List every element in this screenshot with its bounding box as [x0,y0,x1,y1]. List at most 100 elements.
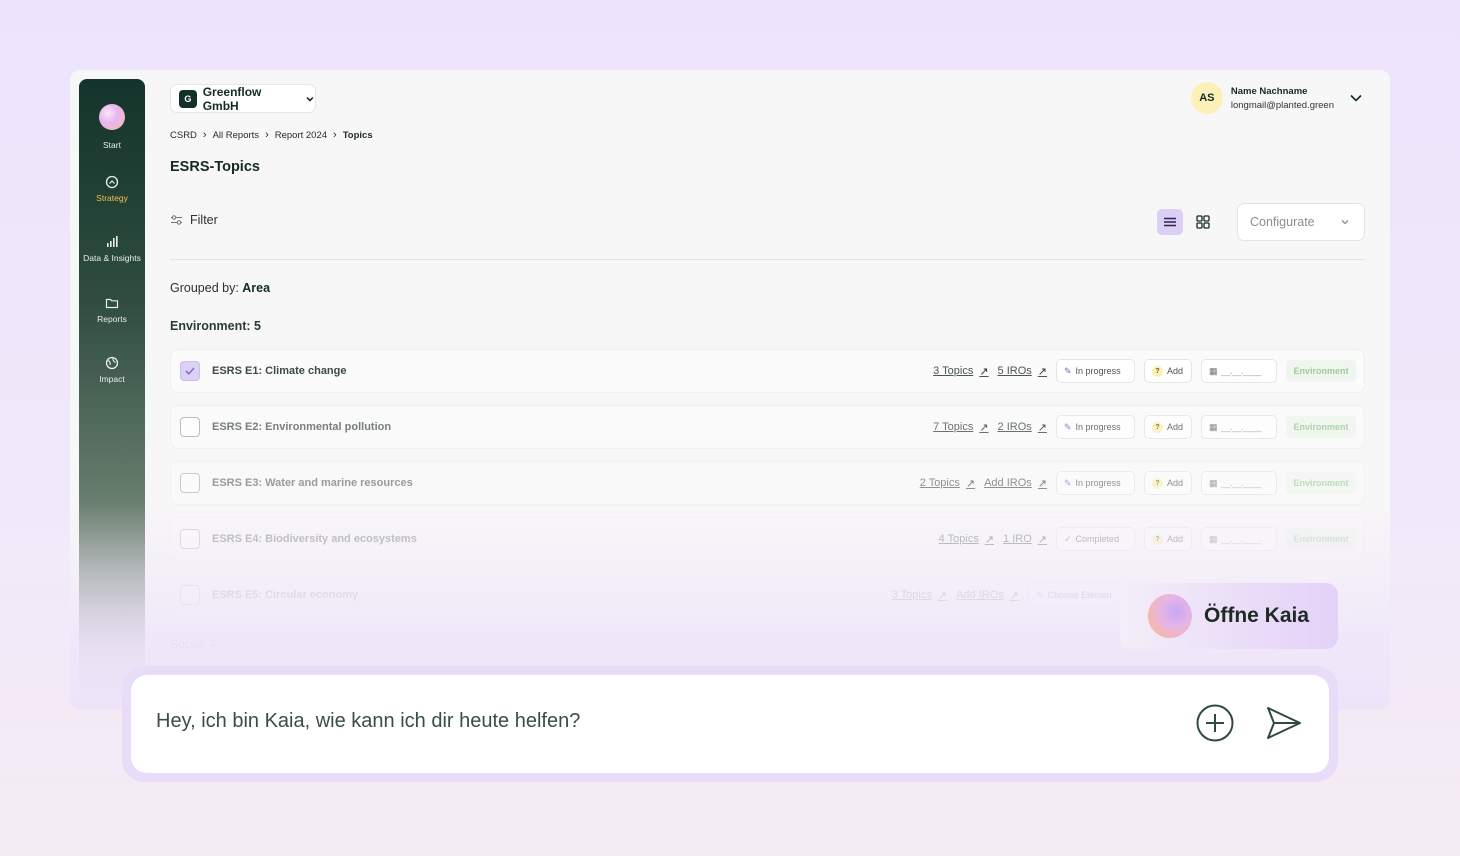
sidebar-item-label: Impact [99,374,125,384]
topics-link[interactable]: 3 Topics ↗ [892,589,947,602]
arrow-up-right-icon: ↗ [984,533,995,546]
question-icon: ? [1152,533,1163,545]
calendar-icon: ▦ [1209,533,1218,544]
iros-link[interactable]: 1 IRO ↗ [1003,533,1047,546]
sidebar-item-start[interactable]: Start [79,140,145,150]
add-owner-button[interactable]: ? Add [1144,471,1192,495]
check-icon [185,367,195,375]
configurate-select[interactable]: Configurate [1237,203,1365,241]
configurate-label: Configurate [1250,215,1315,229]
area-tag: Environment [1286,472,1356,494]
sidebar-item-impact[interactable]: Impact [79,356,145,384]
open-kaia-label: Öffne Kaia [1204,604,1310,627]
grid-icon [1196,215,1210,229]
topics-link[interactable]: 3 Topics ↗ [933,365,988,378]
row-title: ESRS E4: Biodiversity and ecosystems [212,533,417,545]
calendar-icon: ▦ [1209,365,1218,376]
grouped-by-prefix: Grouped by: [170,281,239,295]
add-owner-button[interactable]: ? Add [1144,359,1192,383]
row-checkbox[interactable] [180,361,200,381]
filter-button[interactable]: Filter [170,213,218,227]
sidebar-item-reports[interactable]: Reports [79,296,145,324]
status-pill[interactable]: ✓ Completed [1056,527,1135,551]
table-row[interactable]: ESRS E3: Water and marine resources 2 To… [170,461,1365,505]
row-checkbox[interactable] [180,417,200,437]
row-checkbox[interactable] [180,473,200,493]
arrow-up-right-icon: ↗ [1037,533,1047,546]
arrow-up-right-icon: ↗ [965,477,976,490]
status-text: In progress [1075,478,1121,488]
iros-link[interactable]: 5 IROs ↗ [998,365,1047,378]
user-email: longmail@planted.green [1230,99,1334,111]
status-pill[interactable]: ✎ In progress [1056,415,1135,439]
chevron-down-icon[interactable] [1348,90,1364,106]
user-menu[interactable]: AS Name Nachname longmail@planted.green [1190,82,1364,114]
sidebar-item-label: Data & Insights [83,253,141,263]
open-kaia-button[interactable]: Öffne Kaia [1120,583,1338,649]
avatar: AS [1190,82,1223,114]
iros-link[interactable]: 2 IROs ↗ [998,421,1047,434]
arrow-up-right-icon: ↗ [979,421,989,434]
bar-chart-icon [107,236,118,247]
filter-label: Filter [190,213,218,227]
arrow-up-right-icon: ↗ [1037,365,1047,378]
table-row[interactable]: ESRS E2: Environmental pollution 7 Topic… [170,405,1365,449]
iros-link[interactable]: Add IROs ↗ [984,477,1047,490]
chat-input[interactable]: Hey, ich bin Kaia, wie kann ich dir heut… [156,710,580,733]
add-label: Add [1167,534,1184,544]
add-owner-button[interactable]: ? Add [1144,527,1192,551]
topics-link[interactable]: 4 Topics ↗ [939,533,994,546]
topics-count: 4 Topics [938,533,979,545]
date-picker[interactable]: ▦ __.__.____ [1201,527,1277,551]
date-value: __.__.____ [1221,534,1262,544]
iros-count: 1 IRO [1003,533,1032,545]
send-icon[interactable] [1265,705,1303,741]
topics-count: 3 Topics [891,589,932,601]
area-tag: Environment [1286,416,1356,438]
date-picker[interactable]: ▦ __.__.____ [1201,471,1277,495]
status-text: Choose Elemen [1047,590,1112,600]
date-picker[interactable]: ▦ __.__.____ [1201,359,1277,383]
grouped-by-value[interactable]: Area [242,281,270,295]
calendar-icon: ▦ [1209,421,1218,432]
row-checkbox[interactable] [180,585,200,605]
table-row[interactable]: ESRS E1: Climate change 3 Topics ↗ 5 IROs… [170,349,1365,393]
start-orb-icon[interactable] [99,104,125,130]
grid-view-toggle[interactable] [1190,209,1216,235]
row-checkbox[interactable] [180,529,200,549]
date-picker[interactable]: ▦ __.__.____ [1201,415,1277,439]
user-info: Name Nachname longmail@planted.green [1231,86,1334,111]
list-view-toggle[interactable] [1157,209,1183,235]
area-tag: Environment [1286,360,1356,382]
iros-count: Add IROs [984,477,1032,489]
pencil-icon: ✎ [1036,589,1044,600]
topics-link[interactable]: 7 Topics ↗ [933,421,988,434]
company-name: Greenflow GmbH [202,84,262,113]
table-row[interactable]: ESRS E4: Biodiversity and ecosystems 4 T… [170,517,1365,561]
chevron-down-icon [1341,220,1349,225]
sidebar-item-data-insights[interactable]: Data & Insights [79,235,145,263]
breadcrumb-item-csrd[interactable]: CSRD [170,130,197,141]
status-pill[interactable]: ✎ In progress [1056,359,1135,383]
breadcrumb-item-all-reports[interactable]: All Reports [213,130,259,141]
status-pill[interactable]: ✎ In progress [1056,471,1135,495]
question-icon: ? [1152,365,1163,377]
add-attachment-icon[interactable] [1195,703,1235,743]
iros-link[interactable]: Add IROs ↗ [956,589,1019,602]
arrow-up-right-icon: ↗ [1009,589,1019,602]
status-pill[interactable]: ✎ Choose Elemen [1028,583,1120,607]
status-text: In progress [1075,366,1121,376]
iros-count: 2 IROs [997,421,1032,433]
compass-icon [105,175,119,189]
page-title: ESRS-Topics [170,159,260,175]
kaia-orb-icon [1148,594,1192,638]
chat-input-box[interactable]: Hey, ich bin Kaia, wie kann ich dir heut… [131,675,1329,773]
company-switcher[interactable]: G Greenflow GmbH [170,84,316,113]
sidebar-item-strategy[interactable]: Strategy [79,175,145,203]
iros-count: 5 IROs [997,365,1032,377]
breadcrumb-item-report[interactable]: Report 2024 [275,130,327,141]
add-label: Add [1167,366,1184,376]
chevron-right-icon: › [333,129,337,141]
add-owner-button[interactable]: ? Add [1144,415,1192,439]
topics-link[interactable]: 2 Topics ↗ [920,477,975,490]
